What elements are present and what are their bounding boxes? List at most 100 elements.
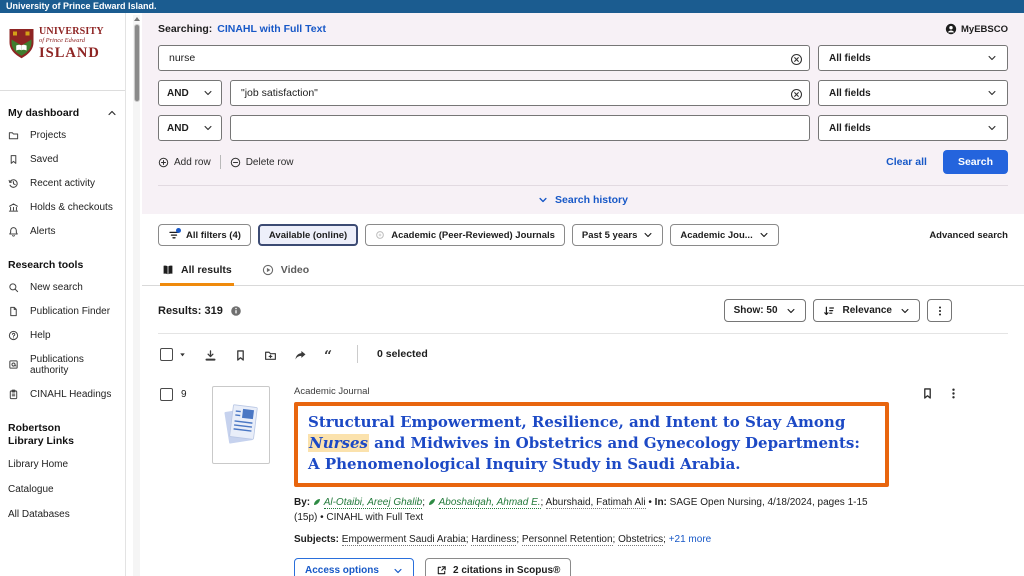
result-options-kebab[interactable] [945, 383, 962, 402]
add-to-project-button[interactable] [264, 347, 277, 361]
disabled-circle-icon [375, 230, 385, 240]
sidebar-item-publication-finder[interactable]: Publication Finder [8, 299, 117, 323]
sidebar-item-all-databases[interactable]: All Databases [8, 502, 117, 527]
result-title-link[interactable]: Structural Empowerment, Resilience, and … [308, 412, 875, 475]
field-select-1[interactable]: All fields [818, 45, 1008, 71]
myebsco-button[interactable]: MyEBSCO [945, 23, 1008, 35]
institution-banner: University of Prince Edward Island. [6, 1, 157, 11]
clear-input-2-icon[interactable] [790, 87, 803, 100]
sidebar-item-catalogue[interactable]: Catalogue [8, 477, 117, 502]
delete-row-button[interactable]: Delete row [230, 157, 294, 168]
operator-select-2[interactable]: AND [158, 80, 222, 106]
chevron-down-icon [987, 123, 997, 133]
cite-button[interactable]: “ [324, 347, 338, 361]
bell-icon [8, 226, 19, 237]
operator-select-3[interactable]: AND [158, 115, 222, 141]
searching-label: Searching: [158, 23, 212, 35]
headings-icon [8, 389, 19, 400]
select-all-checkbox[interactable] [160, 348, 173, 361]
sidebar-item-recent-activity[interactable]: Recent activity [8, 171, 117, 195]
sidebar-item-alerts[interactable]: Alerts [8, 219, 117, 243]
tab-video[interactable]: Video [260, 256, 311, 286]
clear-input-1-icon[interactable] [790, 52, 803, 65]
history-icon [8, 178, 19, 189]
share-icon [294, 349, 307, 362]
filter-available-online[interactable]: Available (online) [258, 224, 358, 246]
author-link[interactable]: Aburshaid, Fatimah Ali [546, 497, 646, 509]
access-options-button[interactable]: Access options [294, 558, 414, 576]
filter-icon [168, 229, 180, 241]
sidebar-item-publications-authority[interactable]: Publications authority [8, 347, 117, 382]
tab-all-results[interactable]: All results [160, 256, 234, 286]
sidebar-item-projects[interactable]: Projects [8, 123, 117, 147]
filter-peer-reviewed[interactable]: Academic (Peer-Reviewed) Journals [365, 224, 565, 246]
result-checkbox[interactable] [160, 388, 173, 401]
scrollbar-thumb[interactable] [134, 24, 140, 102]
vertical-scrollbar[interactable] [133, 15, 140, 576]
sidebar-item-new-search[interactable]: New search [8, 275, 117, 299]
download-button[interactable] [204, 347, 217, 361]
search-history-link[interactable]: Search history [158, 194, 1008, 206]
chevron-down-icon [987, 53, 997, 63]
search-term-input-3[interactable] [230, 115, 810, 141]
filters-bar: All filters (4) Available (online) Acade… [142, 214, 1024, 256]
result-subjects: Subjects: Empowerment Saudi Arabia; Hard… [294, 534, 1008, 545]
kebab-icon [947, 387, 960, 400]
sidebar-item-help[interactable]: Help [8, 323, 117, 347]
advanced-search-link[interactable]: Advanced search [929, 230, 1008, 241]
author-link[interactable]: Al-Otaibi, Areej Ghalib [324, 497, 423, 509]
sort-icon [823, 305, 835, 317]
sidebar-section-my-dashboard[interactable]: My dashboard [8, 107, 117, 119]
save-items-button[interactable] [234, 347, 247, 361]
search-term-highlight: Nurses [308, 434, 369, 452]
filter-date-range[interactable]: Past 5 years [572, 224, 663, 246]
subject-link[interactable]: Obstetrics [618, 534, 663, 546]
sort-select[interactable]: Relevance [813, 299, 920, 322]
more-subjects-link[interactable]: +21 more [669, 534, 712, 545]
field-select-2[interactable]: All fields [818, 80, 1008, 106]
result-source: SAGE Open Nursing, 4/18/2024, pages 1-15 [670, 497, 868, 508]
upei-logo[interactable]: UNIVERSITY of Prince Edward ISLAND [6, 13, 119, 66]
help-icon [8, 330, 19, 341]
subject-link[interactable]: Personnel Retention [522, 534, 613, 546]
all-filters-button[interactable]: All filters (4) [158, 224, 251, 246]
scopus-citations-button[interactable]: 2 citations in Scopus® [425, 558, 571, 576]
info-icon[interactable] [230, 305, 242, 317]
results-count: Results: 319 [158, 305, 223, 317]
results-options-kebab[interactable] [927, 299, 952, 322]
database-link[interactable]: CINAHL with Full Text [217, 23, 326, 35]
sidebar-section-research-tools: Research tools [8, 259, 117, 271]
svg-text:“: “ [324, 349, 332, 362]
search-term-input-1[interactable] [158, 45, 810, 71]
caret-down-icon[interactable] [178, 350, 187, 359]
results-tabs: All results Video [142, 256, 1024, 286]
chevron-down-icon [900, 306, 910, 316]
add-row-button[interactable]: Add row [158, 157, 211, 168]
result-thumbnail[interactable] [212, 386, 270, 464]
chevron-down-icon [643, 230, 653, 240]
author-link[interactable]: Aboshaiqah, Ahmad E. [439, 497, 541, 509]
search-button[interactable]: Search [943, 150, 1008, 174]
share-button[interactable] [294, 347, 307, 361]
save-result-button[interactable] [919, 383, 936, 402]
subject-link[interactable]: Hardiness [471, 534, 516, 546]
sidebar-item-library-home[interactable]: Library Home [8, 452, 117, 477]
logo-line-3: ISLAND [39, 46, 104, 61]
scrollbar-up-arrow[interactable] [134, 17, 140, 21]
sidebar-item-holds-checkouts[interactable]: Holds & checkouts [8, 195, 117, 219]
filter-source-type[interactable]: Academic Jou... [670, 224, 778, 246]
logo-line-2: of Prince Edward [39, 38, 104, 45]
field-select-3[interactable]: All fields [818, 115, 1008, 141]
kebab-icon [934, 305, 946, 317]
subject-link[interactable]: Empowerment Saudi Arabia [342, 534, 466, 546]
filter-notification-dot [176, 228, 181, 233]
folder-add-icon [264, 349, 277, 362]
search-term-input-2[interactable] [230, 80, 810, 106]
bulk-actions-toolbar: “ 0 selected [142, 334, 1024, 373]
sidebar-item-cinahl-headings[interactable]: CINAHL Headings [8, 382, 117, 406]
chevron-down-icon [393, 566, 403, 576]
sidebar-item-saved[interactable]: Saved [8, 147, 117, 171]
clear-all-link[interactable]: Clear all [886, 156, 927, 168]
result-byline: By: Al-Otaibi, Areej Ghalib; Aboshaiqah,… [294, 495, 919, 510]
show-per-page-select[interactable]: Show: 50 [724, 299, 806, 322]
